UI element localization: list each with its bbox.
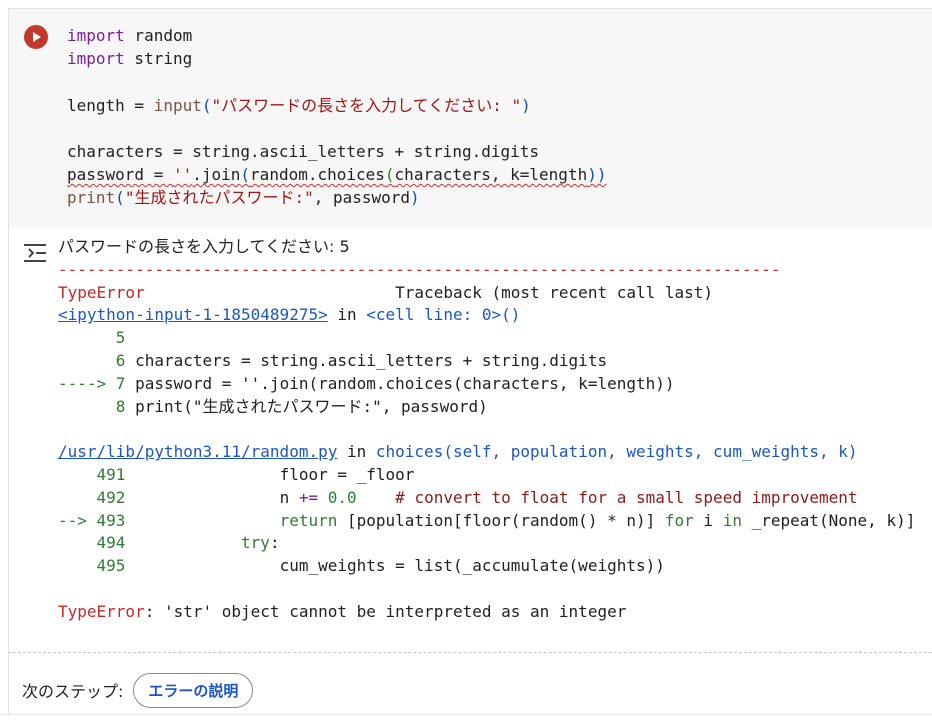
code-line-6: characters = string.ascii_letters + stri… bbox=[67, 142, 540, 162]
code-line-2: import string bbox=[67, 49, 193, 69]
tb2-line-492: 492 n += 0.0 # convert to float for a sm… bbox=[58, 487, 858, 507]
output-toggle-icon bbox=[24, 244, 46, 262]
tb1-line-7: ----> 7 password = ''.join(random.choice… bbox=[58, 373, 675, 393]
error-separator: ----------------------------------------… bbox=[58, 259, 781, 279]
code-editor[interactable]: import random import string length = inp… bbox=[67, 24, 606, 210]
code-line-8: print("生成されたパスワード:", password) bbox=[67, 188, 420, 208]
tb2-line-494: 494 try: bbox=[58, 533, 280, 553]
cell-bottom-border bbox=[0, 714, 932, 715]
traceback-header: TypeError Traceback (most recent call la… bbox=[58, 282, 714, 302]
cell-output: パスワードの長さを入力してください: 5 -------------------… bbox=[58, 236, 915, 624]
tb2-line-491: 491 floor = _floor bbox=[58, 464, 415, 484]
output-toggle-button[interactable] bbox=[21, 240, 49, 266]
code-line-1: import random bbox=[67, 26, 193, 45]
tb1-line-5: 5 bbox=[115, 328, 126, 348]
run-cell-button[interactable] bbox=[24, 25, 48, 49]
explain-error-button[interactable]: エラーの説明 bbox=[133, 672, 254, 708]
code-input-area[interactable]: import random import string length = inp… bbox=[9, 9, 932, 227]
ipython-input-link[interactable]: <ipython-input-1-1850489275> bbox=[58, 305, 328, 324]
next-steps-label: 次のステップ: bbox=[22, 682, 124, 701]
tb2-line-495: 495 cum_weights = list(_accumulate(weigh… bbox=[58, 556, 665, 576]
tb2-line-493: --> 493 return [population[floor(random(… bbox=[58, 510, 916, 530]
code-line-7: password = ''.join(random.choices(charac… bbox=[67, 165, 607, 185]
traceback-frame-2: /usr/lib/python3.11/random.py in choices… bbox=[58, 442, 858, 462]
error-message: TypeError: 'str' object cannot be interp… bbox=[58, 601, 627, 621]
input-prompt: パスワードの長さを入力してください: 5 bbox=[58, 237, 350, 256]
tb1-line-6: 6 characters = string.ascii_letters + st… bbox=[115, 350, 608, 370]
code-line-4: length = input("パスワードの長さを入力してください: ") bbox=[67, 95, 531, 115]
play-icon bbox=[33, 32, 41, 42]
tb1-line-8: 8 print("生成されたパスワード:", password) bbox=[115, 396, 488, 416]
traceback-frame-1: <ipython-input-1-1850489275> in <cell li… bbox=[58, 305, 521, 325]
output-divider bbox=[8, 652, 932, 653]
random-py-link[interactable]: /usr/lib/python3.11/random.py bbox=[58, 442, 337, 461]
next-steps-bar: 次のステップ: エラーの説明 bbox=[22, 672, 254, 708]
